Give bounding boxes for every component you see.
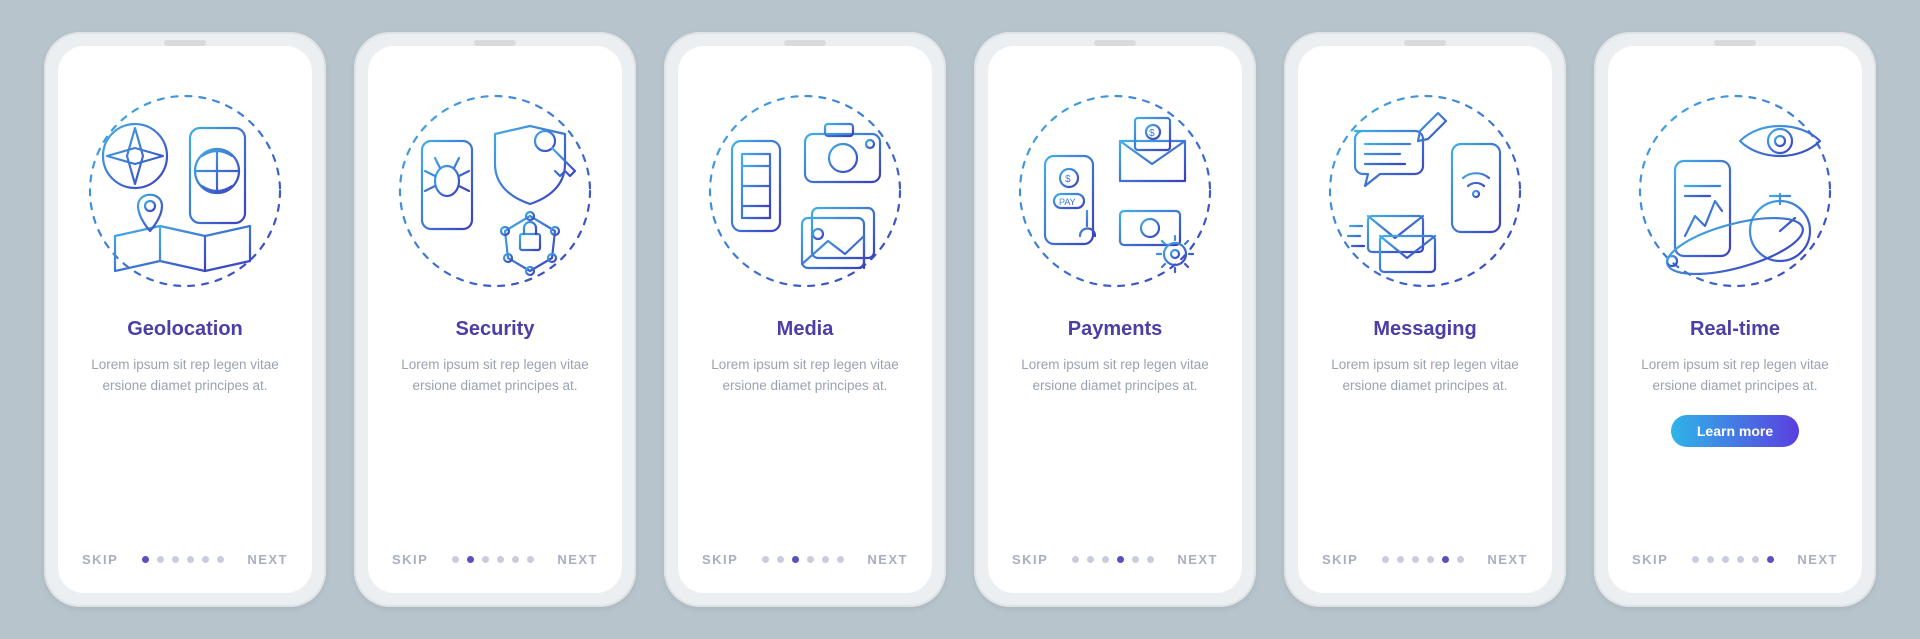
dot[interactable] xyxy=(1132,556,1139,563)
page-dots xyxy=(142,556,224,563)
onboarding-nav: SKIP NEXT xyxy=(390,552,600,571)
card-description: Lorem ipsum sit rep legen vitae ersione … xyxy=(80,355,290,397)
onboarding-nav: SKIP NEXT xyxy=(1630,552,1840,571)
dot[interactable] xyxy=(467,556,474,563)
onboarding-nav: SKIP NEXT xyxy=(1320,552,1530,571)
next-button[interactable]: NEXT xyxy=(557,552,598,567)
geolocation-icon xyxy=(80,76,290,306)
dot[interactable] xyxy=(202,556,209,563)
dot[interactable] xyxy=(1707,556,1714,563)
card-description: Lorem ipsum sit rep legen vitae ersione … xyxy=(700,355,910,397)
onboarding-screen: Real-time Lorem ipsum sit rep legen vita… xyxy=(1608,46,1862,593)
dot[interactable] xyxy=(807,556,814,563)
next-button[interactable]: NEXT xyxy=(867,552,908,567)
skip-button[interactable]: SKIP xyxy=(82,552,118,567)
skip-button[interactable]: SKIP xyxy=(1322,552,1358,567)
dot[interactable] xyxy=(1072,556,1079,563)
next-button[interactable]: NEXT xyxy=(247,552,288,567)
dot[interactable] xyxy=(482,556,489,563)
phone-frame: Geolocation Lorem ipsum sit rep legen vi… xyxy=(44,32,326,607)
dot[interactable] xyxy=(1397,556,1404,563)
card-title: Messaging xyxy=(1320,318,1530,341)
onboarding-screen: Geolocation Lorem ipsum sit rep legen vi… xyxy=(58,46,312,593)
next-button[interactable]: NEXT xyxy=(1487,552,1528,567)
skip-button[interactable]: SKIP xyxy=(702,552,738,567)
page-dots xyxy=(1382,556,1464,563)
dot[interactable] xyxy=(512,556,519,563)
page-dots xyxy=(762,556,844,563)
dot[interactable] xyxy=(1147,556,1154,563)
onboarding-nav: SKIP NEXT xyxy=(1010,552,1220,571)
skip-button[interactable]: SKIP xyxy=(392,552,428,567)
skip-button[interactable]: SKIP xyxy=(1012,552,1048,567)
dot[interactable] xyxy=(1412,556,1419,563)
phone-frame: $ $ PAY Payments Lorem ipsum si xyxy=(974,32,1256,607)
card-description: Lorem ipsum sit rep legen vitae ersione … xyxy=(390,355,600,397)
onboarding-screen: Security Lorem ipsum sit rep legen vitae… xyxy=(368,46,622,593)
dot[interactable] xyxy=(1427,556,1434,563)
card-title: Media xyxy=(700,318,910,341)
phone-frame: Security Lorem ipsum sit rep legen vitae… xyxy=(354,32,636,607)
dot[interactable] xyxy=(452,556,459,563)
page-dots xyxy=(1072,556,1154,563)
dot[interactable] xyxy=(777,556,784,563)
onboarding-screen: Messaging Lorem ipsum sit rep legen vita… xyxy=(1298,46,1552,593)
dot[interactable] xyxy=(792,556,799,563)
onboarding-nav: SKIP NEXT xyxy=(700,552,910,571)
dot[interactable] xyxy=(187,556,194,563)
dot[interactable] xyxy=(142,556,149,563)
svg-text:$: $ xyxy=(1149,128,1155,139)
phone-row: Geolocation Lorem ipsum sit rep legen vi… xyxy=(0,0,1920,639)
svg-text:PAY: PAY xyxy=(1059,197,1076,207)
dot[interactable] xyxy=(172,556,179,563)
payments-icon: $ $ PAY xyxy=(1010,76,1220,306)
onboarding-nav: SKIP NEXT xyxy=(80,552,290,571)
phone-frame: Media Lorem ipsum sit rep legen vitae er… xyxy=(664,32,946,607)
dot[interactable] xyxy=(1102,556,1109,563)
security-icon xyxy=(390,76,600,306)
dot[interactable] xyxy=(1752,556,1759,563)
dot[interactable] xyxy=(1767,556,1774,563)
card-description: Lorem ipsum sit rep legen vitae ersione … xyxy=(1630,355,1840,397)
next-button[interactable]: NEXT xyxy=(1177,552,1218,567)
dot[interactable] xyxy=(1087,556,1094,563)
dot[interactable] xyxy=(527,556,534,563)
dot[interactable] xyxy=(1442,556,1449,563)
card-title: Security xyxy=(390,318,600,341)
svg-text:$: $ xyxy=(1065,174,1071,185)
phone-frame: Real-time Lorem ipsum sit rep legen vita… xyxy=(1594,32,1876,607)
card-title: Real-time xyxy=(1630,318,1840,341)
card-title: Payments xyxy=(1010,318,1220,341)
next-button[interactable]: NEXT xyxy=(1797,552,1838,567)
dot[interactable] xyxy=(217,556,224,563)
dot[interactable] xyxy=(1722,556,1729,563)
dot[interactable] xyxy=(1737,556,1744,563)
onboarding-screen: Media Lorem ipsum sit rep legen vitae er… xyxy=(678,46,932,593)
skip-button[interactable]: SKIP xyxy=(1632,552,1668,567)
dot[interactable] xyxy=(1692,556,1699,563)
dot[interactable] xyxy=(822,556,829,563)
messaging-icon xyxy=(1320,76,1530,306)
card-description: Lorem ipsum sit rep legen vitae ersione … xyxy=(1010,355,1220,397)
card-title: Geolocation xyxy=(80,318,290,341)
dot[interactable] xyxy=(157,556,164,563)
page-dots xyxy=(1692,556,1774,563)
media-icon xyxy=(700,76,910,306)
dot[interactable] xyxy=(762,556,769,563)
dot[interactable] xyxy=(1457,556,1464,563)
onboarding-screen: $ $ PAY Payments Lorem ipsum si xyxy=(988,46,1242,593)
dot[interactable] xyxy=(837,556,844,563)
dot[interactable] xyxy=(1117,556,1124,563)
page-dots xyxy=(452,556,534,563)
phone-frame: Messaging Lorem ipsum sit rep legen vita… xyxy=(1284,32,1566,607)
card-description: Lorem ipsum sit rep legen vitae ersione … xyxy=(1320,355,1530,397)
dot[interactable] xyxy=(497,556,504,563)
realtime-icon xyxy=(1630,76,1840,306)
learn-more-button[interactable]: Learn more xyxy=(1671,415,1799,447)
dot[interactable] xyxy=(1382,556,1389,563)
